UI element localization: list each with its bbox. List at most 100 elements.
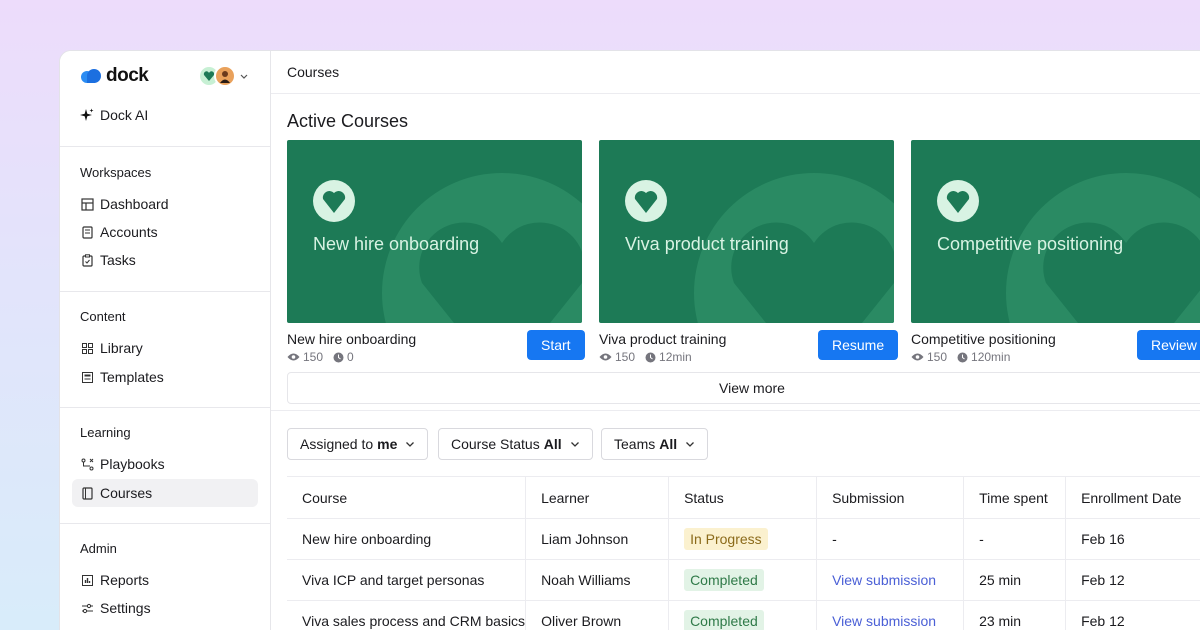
- heart-logo-icon: [625, 180, 667, 222]
- brand-logo[interactable]: dock: [80, 65, 149, 87]
- assigned-to-filter[interactable]: Assigned to me: [287, 428, 429, 460]
- sidebar-item-label: Dashboard: [100, 196, 169, 212]
- top-bar: Courses: [271, 51, 1200, 94]
- status-badge: Completed: [684, 569, 764, 591]
- learner-cell: Oliver Brown: [525, 600, 670, 630]
- chevron-down-icon: [240, 74, 248, 79]
- column-header-learner[interactable]: Learner: [525, 476, 670, 519]
- account-switcher[interactable]: [198, 65, 248, 87]
- filter-label: Assigned to: [300, 436, 374, 452]
- learner-cell: Noah Williams: [525, 559, 670, 601]
- filter-value: me: [377, 436, 398, 452]
- course-meta: 150 12min: [599, 350, 702, 364]
- course-cell: Viva ICP and target personas: [287, 559, 527, 601]
- dashboard-icon: [80, 197, 94, 211]
- view-submission-link[interactable]: View submission: [832, 613, 936, 629]
- divider: [60, 146, 270, 147]
- sidebar-item-library[interactable]: Library: [72, 334, 258, 362]
- section-title-content: Content: [80, 309, 126, 324]
- accounts-icon: [80, 225, 94, 239]
- dock-ai-link[interactable]: Dock AI: [80, 107, 148, 123]
- divider: [60, 291, 270, 292]
- enrollment-date-cell: Feb 12: [1065, 559, 1200, 601]
- column-header-status[interactable]: Status: [668, 476, 818, 519]
- course-meta: 150 0: [287, 350, 364, 364]
- courses-table: Course Learner Status Submission Time sp…: [287, 476, 1200, 630]
- filter-value: All: [659, 436, 678, 452]
- sidebar-item-label: Courses: [100, 485, 153, 501]
- time-spent-cell: -: [963, 518, 1067, 560]
- heart-logo-icon: [313, 180, 355, 222]
- table-header-row: Course Learner Status Submission Time sp…: [287, 476, 1200, 519]
- start-button[interactable]: Start: [527, 330, 585, 360]
- course-card[interactable]: New hire onboarding New hire onboarding …: [287, 140, 585, 364]
- main-content: Courses Active Courses New hire onboardi…: [271, 51, 1200, 630]
- views-count: 150: [303, 350, 324, 364]
- course-thumbnail[interactable]: New hire onboarding: [287, 140, 582, 323]
- course-thumbnail[interactable]: Viva product training: [599, 140, 894, 323]
- sidebar-item-dashboard[interactable]: Dashboard: [72, 190, 258, 218]
- divider: [271, 410, 1200, 411]
- sliders-icon: [80, 601, 94, 615]
- divider: [60, 407, 270, 408]
- thumbnail-title: Viva product training: [625, 234, 789, 254]
- template-icon: [80, 370, 94, 384]
- views-count: 150: [615, 350, 636, 364]
- course-card[interactable]: Viva product training Viva product train…: [599, 140, 899, 364]
- grid-icon: [80, 341, 94, 355]
- column-header-time-spent[interactable]: Time spent: [963, 476, 1067, 519]
- sidebar-item-label: Settings: [100, 600, 151, 616]
- view-more-button[interactable]: View more: [287, 372, 1200, 404]
- table-row[interactable]: New hire onboarding Liam Johnson In Prog…: [287, 518, 1200, 560]
- submission-cell: View submission: [816, 600, 965, 630]
- course-meta: 150 120min: [911, 350, 1020, 364]
- resume-button[interactable]: Resume: [818, 330, 899, 360]
- learner-cell: Liam Johnson: [525, 518, 670, 560]
- sidebar-item-templates[interactable]: Templates: [72, 363, 258, 391]
- sidebar-item-label: Library: [100, 340, 143, 356]
- eye-icon: [599, 353, 612, 361]
- section-title-learning: Learning: [80, 425, 131, 440]
- status-cell: Completed: [668, 600, 818, 630]
- sidebar-item-reports[interactable]: Reports: [72, 566, 258, 594]
- table-row[interactable]: Viva sales process and CRM basics Oliver…: [287, 600, 1200, 630]
- chevron-down-icon: [570, 442, 579, 447]
- view-submission-link[interactable]: View submission: [832, 572, 936, 588]
- teams-filter[interactable]: Teams All: [601, 428, 709, 460]
- sidebar-item-tasks[interactable]: Tasks: [72, 246, 258, 274]
- course-status-filter[interactable]: Course Status All: [438, 428, 593, 460]
- status-badge: Completed: [684, 610, 764, 630]
- sidebar-item-courses[interactable]: Courses: [72, 479, 258, 507]
- status-cell: Completed: [668, 559, 818, 601]
- course-cell: New hire onboarding: [287, 518, 527, 560]
- clock-icon: [333, 352, 344, 362]
- sidebar-item-label: Accounts: [100, 224, 158, 240]
- sidebar-item-label: Reports: [100, 572, 150, 588]
- review-button[interactable]: Review: [1137, 330, 1200, 360]
- thumbnail-title: New hire onboarding: [313, 234, 480, 254]
- column-header-course[interactable]: Course: [287, 476, 527, 519]
- chevron-down-icon: [686, 442, 695, 447]
- table-row[interactable]: Viva ICP and target personas Noah Willia…: [287, 559, 1200, 601]
- submission-cell: View submission: [816, 559, 965, 601]
- column-header-submission[interactable]: Submission: [816, 476, 965, 519]
- bar-chart-icon: [80, 573, 94, 587]
- course-name: Viva product training: [599, 331, 727, 347]
- book-icon: [80, 486, 94, 500]
- sparkle-icon: [80, 108, 94, 121]
- thumbnail-title: Competitive positioning: [937, 234, 1124, 254]
- column-header-enrollment-date[interactable]: Enrollment Date: [1065, 476, 1200, 519]
- sidebar-item-playbooks[interactable]: Playbooks: [72, 450, 258, 478]
- course-thumbnail[interactable]: Competitive positioning: [911, 140, 1200, 323]
- user-avatar: [214, 65, 236, 87]
- course-card[interactable]: Competitive positioning Competitive posi…: [911, 140, 1200, 364]
- heart-logo-icon: [937, 180, 979, 222]
- views-count: 150: [927, 350, 948, 364]
- sidebar-item-accounts[interactable]: Accounts: [72, 218, 258, 246]
- sidebar-item-settings[interactable]: Settings: [72, 594, 258, 622]
- time-spent-cell: 25 min: [963, 559, 1067, 601]
- clock-icon: [957, 352, 968, 362]
- dock-ai-label: Dock AI: [100, 107, 149, 123]
- filter-value: All: [543, 436, 562, 452]
- time-value: 120min: [971, 350, 1011, 364]
